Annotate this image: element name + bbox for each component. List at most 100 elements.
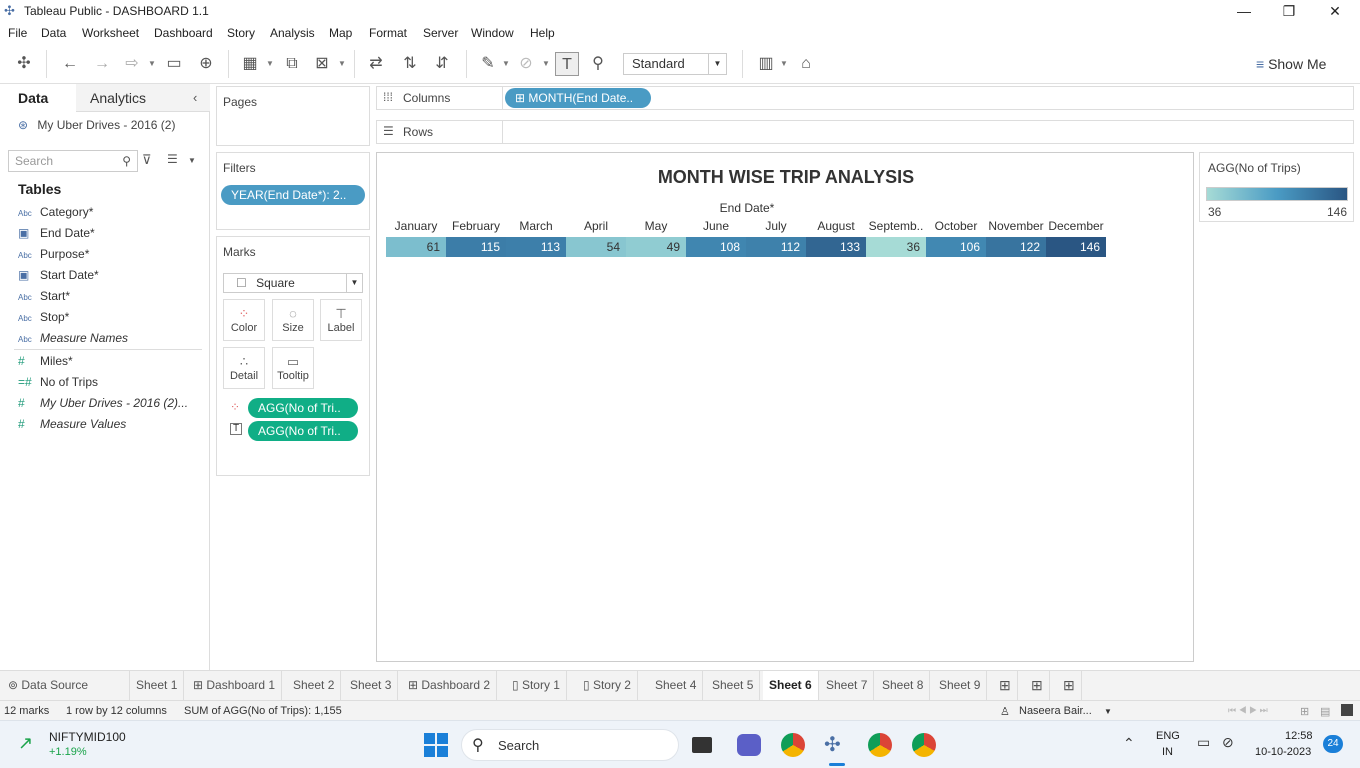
label-pill[interactable]: AGG(No of Tri.. xyxy=(248,421,358,441)
heatmap-cell[interactable]: 54 xyxy=(566,237,626,257)
tab-sheet-7[interactable]: Sheet 7 xyxy=(820,671,875,701)
field-miles[interactable]: # Miles* xyxy=(18,354,208,374)
menu-format[interactable]: Format xyxy=(369,26,407,40)
filter-pill[interactable]: YEAR(End Date*): 2.. xyxy=(221,185,365,205)
tabs-view-icon[interactable] xyxy=(1341,704,1353,716)
show-cards-icon[interactable]: ▥ xyxy=(754,52,778,76)
chevron-down-icon[interactable]: ▼ xyxy=(338,52,346,76)
chrome-profile-icon[interactable] xyxy=(868,733,892,757)
windows-start-icon[interactable] xyxy=(424,733,448,757)
new-worksheet-icon[interactable]: ▦ xyxy=(238,52,262,76)
fit-select[interactable]: Standard ▼ xyxy=(623,53,727,75)
menu-analysis[interactable]: Analysis xyxy=(270,26,315,40)
filter-icon[interactable]: ⊽ xyxy=(142,152,152,168)
tab-sheet-9[interactable]: Sheet 9 xyxy=(933,671,988,701)
new-worksheet-icon[interactable]: ⊞ xyxy=(993,671,1018,701)
presentation-mode-icon[interactable]: ⌂ xyxy=(794,52,818,76)
tab-sheet-6[interactable]: Sheet 6 xyxy=(763,671,819,701)
field-measure-names[interactable]: Abc Measure Names xyxy=(18,331,208,351)
menu-map[interactable]: Map xyxy=(329,26,352,40)
menu-dashboard[interactable]: Dashboard xyxy=(154,26,213,40)
sort-ascending-icon[interactable]: ⇅ xyxy=(398,52,422,76)
field-start[interactable]: Abc Start* xyxy=(18,289,208,309)
tab-dashboard-1[interactable]: ⊞ Dashboard 1 xyxy=(187,671,283,701)
clear-sheet-icon[interactable]: ⊠ xyxy=(310,52,334,76)
save-icon[interactable]: ▭ xyxy=(162,52,186,76)
viz-canvas[interactable]: MONTH WISE TRIP ANALYSIS End Date* Janua… xyxy=(376,152,1194,662)
tab-analytics[interactable]: Analytics xyxy=(90,90,146,106)
chevron-down-icon[interactable]: ▼ xyxy=(148,52,156,76)
display-icon[interactable]: ▭ xyxy=(1197,734,1210,751)
menu-data[interactable]: Data xyxy=(41,26,66,40)
replay-icon[interactable]: ⇨ xyxy=(120,52,144,76)
menu-story[interactable]: Story xyxy=(227,26,255,40)
mark-type-select[interactable]: ☐ Square ▼ xyxy=(223,273,363,293)
heatmap-cell[interactable]: 122 xyxy=(986,237,1046,257)
field-end-date[interactable]: ▣ End Date* xyxy=(18,226,208,246)
tab-story-2[interactable]: ▯ Story 2 xyxy=(577,671,638,701)
undo-icon[interactable]: ← xyxy=(58,52,82,76)
color-pill[interactable]: AGG(No of Tri.. xyxy=(248,398,358,418)
datasource-item[interactable]: ⊛ My Uber Drives - 2016 (2) xyxy=(18,118,175,132)
field-no-of-trips[interactable]: =# No of Trips xyxy=(18,375,208,395)
tab-sheet-3[interactable]: Sheet 3 xyxy=(344,671,399,701)
chrome-icon[interactable] xyxy=(912,733,936,757)
size-button[interactable]: ◌ Size xyxy=(272,299,314,341)
chevron-down-icon[interactable]: ▼ xyxy=(1104,707,1112,716)
tab-dashboard-2[interactable]: ⊞ Dashboard 2 xyxy=(402,671,498,701)
network-off-icon[interactable]: ⊘ xyxy=(1222,734,1234,751)
grid-view-icon[interactable]: ⊞ xyxy=(1300,705,1309,718)
heatmap-cell[interactable]: 112 xyxy=(746,237,806,257)
group-icon[interactable]: ⊘ xyxy=(514,52,538,76)
chevron-down-icon[interactable]: ▼ xyxy=(542,52,550,76)
notification-badge[interactable]: 24 xyxy=(1323,735,1343,753)
collapse-pane-icon[interactable]: ‹ xyxy=(193,90,197,105)
tooltip-button[interactable]: ▭ Tooltip xyxy=(272,347,314,389)
chevron-down-icon[interactable]: ▼ xyxy=(502,52,510,76)
status-user[interactable]: Naseera Bair... xyxy=(1019,705,1092,717)
chrome-icon[interactable] xyxy=(781,733,805,757)
heatmap-cell[interactable]: 108 xyxy=(686,237,746,257)
swap-icon[interactable]: ⇄ xyxy=(364,52,388,76)
menu-server[interactable]: Server xyxy=(423,26,458,40)
chevron-down-icon[interactable]: ▼ xyxy=(188,156,196,165)
heatmap-cell[interactable]: 61 xyxy=(386,237,446,257)
detail-button[interactable]: ∴ Detail xyxy=(223,347,265,389)
task-view-icon[interactable] xyxy=(692,737,712,753)
taskbar-search[interactable]: ⚲ Search xyxy=(461,729,679,761)
lang-top[interactable]: ENG xyxy=(1156,730,1180,742)
view-list-icon[interactable]: ☰ xyxy=(167,152,178,166)
menu-worksheet[interactable]: Worksheet xyxy=(82,26,139,40)
sort-descending-icon[interactable]: ⇵ xyxy=(430,52,454,76)
nav-first-icon[interactable]: ⏮ ◀ ▶ ⏭ xyxy=(1228,705,1268,716)
new-datasource-icon[interactable]: ⊕ xyxy=(194,52,218,76)
field-count[interactable]: # My Uber Drives - 2016 (2)... xyxy=(18,396,208,416)
columns-shelf[interactable]: ⁞⁞⁞ Columns ⊞ MONTH(End Date.. xyxy=(376,86,1354,110)
heatmap-cell[interactable]: 146 xyxy=(1046,237,1106,257)
highlight-icon[interactable]: ✎ xyxy=(476,52,500,76)
tab-sheet-2[interactable]: Sheet 2 xyxy=(287,671,342,701)
heatmap-cell[interactable]: 106 xyxy=(926,237,986,257)
menu-file[interactable]: File xyxy=(8,26,27,40)
close-button[interactable]: ✕ xyxy=(1312,0,1358,24)
heatmap-cell[interactable]: 115 xyxy=(446,237,506,257)
pages-card[interactable]: Pages xyxy=(216,86,370,146)
label-button[interactable]: ⊤ Label xyxy=(320,299,362,341)
tab-sheet-1[interactable]: Sheet 1 xyxy=(130,671,185,701)
new-dashboard-icon[interactable]: ⊞ xyxy=(1025,671,1050,701)
duplicate-sheet-icon[interactable]: ⧉ xyxy=(280,52,304,76)
show-me-button[interactable]: ≡ Show Me xyxy=(1256,56,1326,72)
columns-pill[interactable]: ⊞ MONTH(End Date.. xyxy=(505,88,651,108)
maximize-button[interactable]: ❐ xyxy=(1266,0,1312,24)
show-mark-labels-icon[interactable]: T xyxy=(555,52,579,76)
color-legend[interactable]: AGG(No of Trips) 36 146 xyxy=(1199,152,1354,222)
chevron-down-icon[interactable]: ▼ xyxy=(266,52,274,76)
pin-icon[interactable]: ⚲ xyxy=(586,52,610,76)
minimize-button[interactable]: — xyxy=(1221,0,1267,24)
heatmap-cell[interactable]: 133 xyxy=(806,237,866,257)
tab-data[interactable]: Data xyxy=(18,90,48,106)
teams-icon[interactable] xyxy=(737,734,761,756)
field-purpose[interactable]: Abc Purpose* xyxy=(18,247,208,267)
rows-shelf[interactable]: ☰ Rows xyxy=(376,120,1354,144)
new-story-icon[interactable]: ⊞ xyxy=(1057,671,1082,701)
